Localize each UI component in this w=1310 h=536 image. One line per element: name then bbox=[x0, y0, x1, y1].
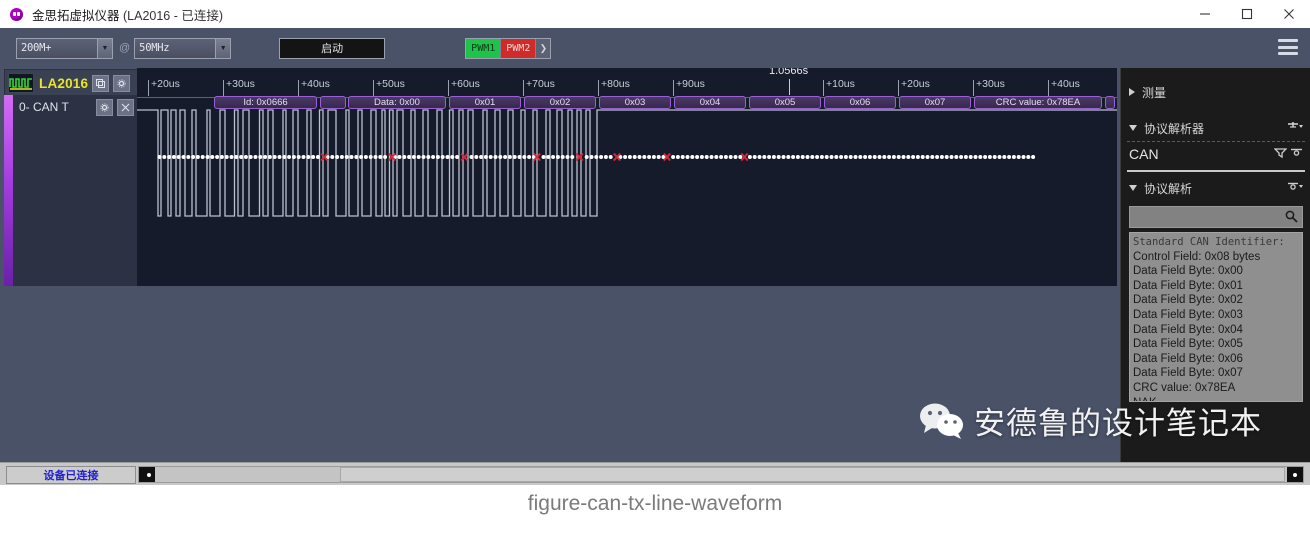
waveform-area[interactable]: +20us +30us +40us +50us +60us +70us +80us +90us… bbox=[137, 68, 1117, 286]
logic-analyzer-icon bbox=[8, 73, 34, 93]
ruler-tick-0: +20us bbox=[148, 78, 180, 96]
device-settings-gear-icon[interactable] bbox=[113, 74, 131, 92]
at-symbol: @ bbox=[119, 42, 131, 54]
chevron-down-icon: ▼ bbox=[97, 38, 112, 58]
decode-list-item[interactable]: Data Field Byte: 0x03 bbox=[1133, 308, 1302, 323]
device-name: LA2016 bbox=[39, 75, 89, 91]
minimize-button[interactable] bbox=[1184, 0, 1226, 28]
channel-color-bar bbox=[4, 95, 13, 286]
pwm-next-button[interactable]: ❯ bbox=[536, 38, 551, 58]
decode-list-item[interactable]: Data Field Byte: 0x04 bbox=[1133, 323, 1302, 338]
section-divider bbox=[1127, 170, 1305, 172]
decoder-section-label: 协议解析器 bbox=[1144, 121, 1205, 136]
ruler-tick-3: +50us bbox=[373, 78, 405, 96]
channel-settings-gear-icon[interactable] bbox=[96, 98, 113, 116]
decode-list-item[interactable]: NAK bbox=[1133, 396, 1302, 401]
decode-list-item[interactable]: Control Field: 0x08 bytes bbox=[1133, 250, 1302, 265]
pwm-button-group: PWM1 PWM2 ❯ bbox=[465, 37, 552, 59]
right-sidebar: 测量 协议解析器 CAN 协议解析 Standard CAN Identifie… bbox=[1120, 68, 1310, 462]
window-title-main: 金思拓虚拟仪器 bbox=[32, 8, 120, 23]
measure-section-header[interactable]: 测量 bbox=[1121, 80, 1310, 104]
device-header: LA2016 bbox=[4, 69, 139, 97]
channel-buttons bbox=[92, 98, 134, 116]
toolbar: 200M+ ▼ @ 50MHz ▼ 启动 PWM1 PWM2 ❯ bbox=[0, 28, 1310, 69]
pwm1-button[interactable]: PWM1 bbox=[466, 38, 502, 58]
sample-depth-value: 200M+ bbox=[21, 42, 52, 54]
screenshot-icon[interactable] bbox=[92, 74, 110, 92]
figure-caption: figure-can-tx-line-waveform bbox=[527, 492, 783, 515]
ruler-tick-8: +10us bbox=[823, 78, 855, 96]
channel-panel bbox=[4, 95, 137, 286]
sample-rate-select[interactable]: 50MHz ▼ bbox=[134, 37, 232, 59]
waveform-trace[interactable] bbox=[137, 104, 1117, 286]
decoder-name: CAN bbox=[1129, 146, 1159, 162]
ruler-tick-11: +40us bbox=[1048, 78, 1080, 96]
decoder-section-header[interactable]: 协议解析器 bbox=[1121, 116, 1310, 140]
decode-list-item[interactable]: Data Field Byte: 0x07 bbox=[1133, 366, 1302, 381]
decode-list-item[interactable]: Data Field Byte: 0x02 bbox=[1133, 293, 1302, 308]
window-controls bbox=[1184, 0, 1310, 28]
title-bar: 金思拓虚拟仪器 (LA2016 - 已连接) bbox=[0, 0, 1310, 29]
decode-list-item[interactable]: Data Field Byte: 0x06 bbox=[1133, 352, 1302, 367]
measure-section-label: 测量 bbox=[1142, 85, 1167, 100]
scroll-right-icon[interactable] bbox=[1287, 467, 1303, 482]
filter-icon[interactable] bbox=[1273, 146, 1288, 162]
logic-trace-line bbox=[137, 109, 1117, 217]
app-logo-icon bbox=[8, 5, 26, 23]
sample-depth-select[interactable]: 200M+ ▼ bbox=[16, 37, 113, 59]
decode-list-item[interactable]: Data Field Byte: 0x05 bbox=[1133, 337, 1302, 352]
screenshot-root: 金思拓虚拟仪器 (LA2016 - 已连接) 200M+ ▼ @ 50MHz ▼… bbox=[0, 0, 1310, 536]
channel-label: 0- CAN T bbox=[19, 100, 69, 114]
channel-row-0[interactable]: 0- CAN T bbox=[13, 95, 137, 119]
ruler-tick-9: +20us bbox=[898, 78, 930, 96]
decode-section-header[interactable]: 协议解析 bbox=[1121, 176, 1310, 200]
window-title: 金思拓虚拟仪器 (LA2016 - 已连接) bbox=[32, 5, 223, 24]
decode-result-list[interactable]: Standard CAN Identifier: Control Field: … bbox=[1129, 232, 1303, 402]
sample-rate-value: 50MHz bbox=[139, 42, 170, 54]
decode-list-item[interactable]: Data Field Byte: 0x00 bbox=[1133, 264, 1302, 279]
decoder-item-icons bbox=[1273, 146, 1303, 162]
channel-close-icon[interactable] bbox=[117, 98, 134, 116]
decode-section-label: 协议解析 bbox=[1144, 181, 1193, 196]
decode-list-item[interactable]: Data Field Byte: 0x01 bbox=[1133, 279, 1302, 294]
close-button[interactable] bbox=[1268, 0, 1310, 28]
search-input[interactable] bbox=[1133, 208, 1287, 226]
ruler-tick-4: +60us bbox=[448, 78, 480, 96]
scrollbar-track-right[interactable] bbox=[340, 467, 1285, 482]
hamburger-menu-icon[interactable] bbox=[1278, 39, 1298, 55]
scroll-left-icon[interactable] bbox=[139, 467, 155, 482]
add-decoder-icon[interactable] bbox=[1287, 121, 1303, 136]
connection-status-badge: 设备已连接 bbox=[6, 466, 136, 484]
decode-list-item[interactable]: CRC value: 0x78EA bbox=[1133, 381, 1302, 396]
decoder-header-icons bbox=[1287, 121, 1303, 136]
chevron-down-icon: ▼ bbox=[215, 38, 231, 58]
chevron-right-icon bbox=[1129, 88, 1135, 96]
decode-search-box[interactable] bbox=[1129, 206, 1303, 228]
sample-dots bbox=[157, 155, 1036, 159]
main-body: LA2016 0- CAN T +20us +30us +40us +50us … bbox=[0, 68, 1310, 462]
ruler-tick-7: +90us bbox=[673, 78, 705, 96]
horizontal-scrollbar[interactable] bbox=[138, 466, 1304, 483]
pwm2-button[interactable]: PWM2 bbox=[501, 38, 537, 58]
decode-header-icons bbox=[1287, 181, 1303, 196]
ruler-tick-6: +80us bbox=[598, 78, 630, 96]
status-bar: 设备已连接 bbox=[0, 462, 1310, 485]
decoder-settings-gear-icon[interactable] bbox=[1290, 146, 1303, 162]
decoder-item-can[interactable]: CAN bbox=[1121, 142, 1310, 166]
cursor-time-label: 1.0566s bbox=[769, 68, 808, 95]
empty-lower-panel bbox=[0, 286, 1117, 462]
maximize-button[interactable] bbox=[1226, 0, 1268, 28]
chevron-down-icon bbox=[1129, 185, 1137, 191]
ruler-tick-2: +40us bbox=[298, 78, 330, 96]
start-button[interactable]: 启动 bbox=[279, 37, 386, 59]
search-icon[interactable] bbox=[1285, 210, 1298, 228]
ruler-tick-5: +70us bbox=[523, 78, 555, 96]
chevron-down-icon bbox=[1129, 125, 1137, 131]
ruler-tick-1: +30us bbox=[223, 78, 255, 96]
window-title-sub: (LA2016 - 已连接) bbox=[123, 8, 224, 23]
decode-list-item[interactable]: Standard CAN Identifier: bbox=[1133, 235, 1302, 250]
decode-settings-gear-icon[interactable] bbox=[1287, 181, 1303, 196]
ruler-tick-10: +30us bbox=[973, 78, 1005, 96]
